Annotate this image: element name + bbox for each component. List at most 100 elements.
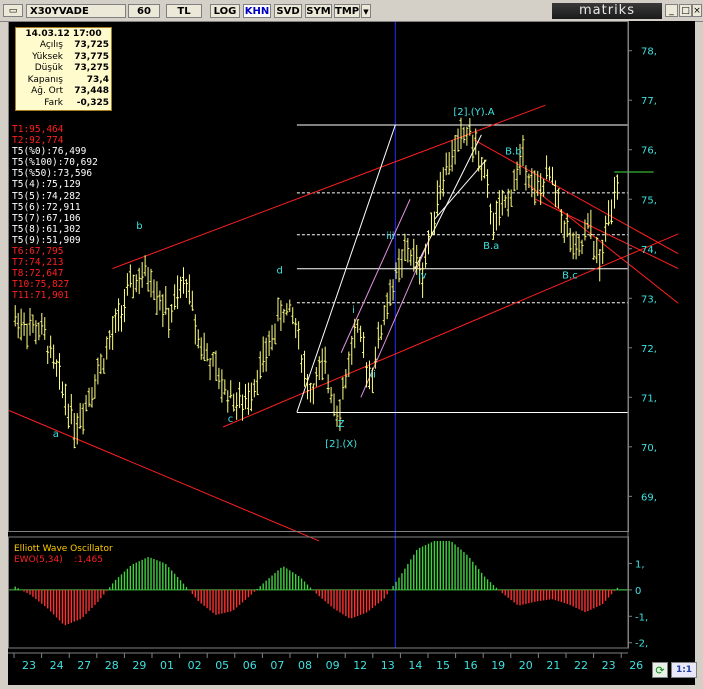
wave-label: iii [386,231,394,242]
zoom-reset-button[interactable]: 1:1 [671,662,697,678]
wave-label: i [352,305,355,316]
info-row: Kapanış 73,4 [18,75,110,86]
sym-button[interactable]: SYM [305,4,332,18]
x-tick-label: 23 [602,659,616,672]
refresh-icon[interactable]: ⟳ [652,662,668,678]
x-tick-label: 14 [408,659,422,672]
target-level: T5(5):74,282 [12,190,81,202]
osc-tick-label: 0 [635,586,641,597]
target-level: T11:71,901 [12,290,70,302]
target-level: T1:95,464 [12,124,64,135]
x-tick-label: 15 [436,659,450,672]
info-label: Kapanış [27,74,63,85]
x-tick-label: 28 [105,659,119,672]
wave-label: Z [338,419,345,430]
tmp-button[interactable]: TMP [334,4,360,18]
info-label: Ağ. Ort [31,86,63,96]
svd-button[interactable]: SVD [274,4,302,18]
info-label: Açılış [39,40,63,50]
target-level: T5(8):61,302 [12,223,81,235]
wave-label: a [53,429,59,440]
wave-label: d [277,266,283,277]
x-tick-label: 21 [546,659,560,672]
wave-label: b [136,221,142,232]
target-level: T5(6):72,911 [12,201,81,213]
target-level: T5(4):75,129 [12,179,81,191]
oscillator-value: EWO(5,34) :1,465 [14,555,103,565]
y-tick-label: 70, [641,443,657,454]
info-row: Düşük 73,275 [18,63,110,74]
wave-label: B.c [562,270,578,281]
osc-tick-label: -2, [635,639,648,650]
x-tick-label: 29 [132,659,146,672]
y-tick-label: 69, [641,492,657,503]
target-level: T5(%0):76,499 [12,146,87,158]
wave-label: ii [370,370,376,381]
info-row: Açılış 73,725 [18,40,110,51]
x-tick-label: 13 [381,659,395,672]
y-tick-label: 73, [641,294,657,305]
info-value: 73,725 [74,40,109,50]
x-tick-label: 16 [464,659,478,672]
info-label: Düşük [34,63,63,73]
y-tick-label: 77, [641,96,657,107]
wave-label: [2].(Y).A [453,107,494,118]
x-tick-label: 24 [50,659,64,672]
target-level: T5(%100):70,692 [12,157,98,169]
y-tick-label: 75, [641,195,657,206]
target-level: T5(7):67,106 [12,212,81,224]
target-level: T8:72,647 [12,268,64,280]
x-tick-label: 02 [188,659,202,672]
target-level: T7:74,213 [12,257,64,269]
info-row: Yüksek 73,775 [18,52,110,63]
khn-button[interactable]: KHN [243,4,271,18]
target-level: T5(%50):73,596 [12,168,93,180]
x-tick-label: 19 [491,659,505,672]
x-tick-label: 09 [326,659,340,672]
y-tick-label: 71, [641,393,657,404]
wave-label: B.a [483,241,499,252]
tmp-dropdown-icon[interactable]: ▼ [361,4,371,18]
minimize-button[interactable]: _ [665,4,678,17]
x-tick-label: 07 [270,659,284,672]
wave-label: [2].(X) [325,439,357,450]
wave-label: c [228,414,234,425]
tl-button[interactable]: TL [166,4,202,18]
info-value: 73,275 [74,63,109,73]
target-level: T6:67,795 [12,246,64,258]
y-tick-label: 78, [641,47,657,58]
x-tick-label: 22 [574,659,588,672]
price-chart[interactable]: abcdZ[2].(X)iiiiiiiv[2].(Y).AB.aB.bB.c 7… [8,21,695,685]
chart-menu-icon[interactable]: ▭ [3,4,23,17]
info-value: 73,4 [86,74,109,85]
x-tick-label: 01 [160,659,174,672]
osc-tick-label: 1, [635,559,645,570]
osc-tick-label: -1, [635,612,648,623]
toolbar: ▭ X30YVADE 60 TL LOG KHN SVD SYM TMP ▼ m… [0,0,703,22]
y-tick-label: 76, [641,146,657,157]
x-tick-label: 26 [629,659,643,672]
x-tick-label: 08 [298,659,312,672]
y-tick-label: 74, [641,245,657,256]
symbol-field[interactable]: X30YVADE [26,4,126,18]
target-level: T10:75,827 [12,279,70,291]
y-tick-label: 72, [641,344,657,355]
log-button[interactable]: LOG [210,4,240,18]
info-label: Fark [44,97,63,108]
info-value: -0,325 [76,97,109,108]
period-field[interactable]: 60 [128,4,160,18]
x-tick-label: 20 [519,659,533,672]
x-tick-label: 05 [215,659,229,672]
wave-label: iv [418,270,427,281]
info-value: 73,448 [74,86,109,96]
close-button[interactable]: × [692,4,702,17]
info-label: Yüksek [32,51,63,62]
info-datetime: 14.03.12 17:00 [25,29,102,39]
oscillator-label: EWO(5,34) [14,555,63,565]
info-row: Ağ. Ort 73,448 [18,86,110,97]
oscillator-reading: :1,465 [74,555,103,565]
wave-label: B.b [505,147,521,158]
ohlc-info-box: 14.03.12 17:00 Açılış 73,725 Yüksek 73,775… [15,27,112,111]
maximize-button[interactable]: □ [679,4,692,17]
target-levels-list: T1:95,464 T2:92,774 T5(%0):76,499 T5(%100):… [12,124,98,302]
